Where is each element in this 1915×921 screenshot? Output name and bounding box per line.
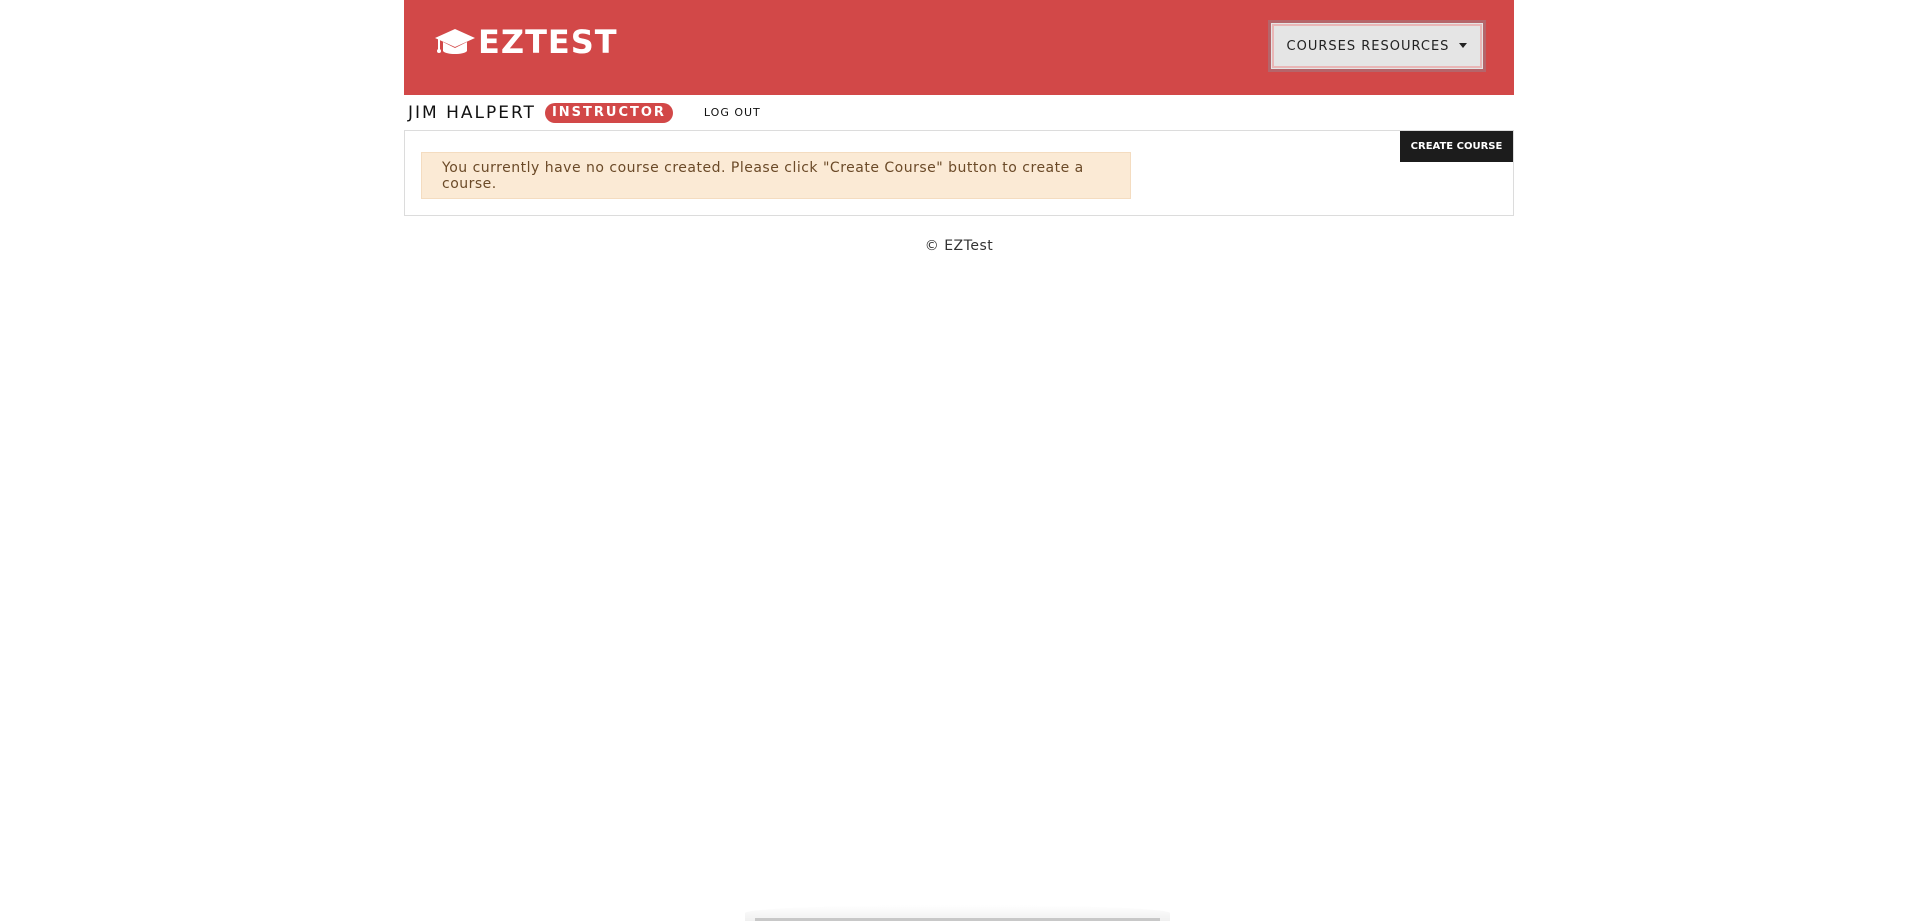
caret-down-icon — [1459, 42, 1468, 48]
brand-name: EZTEST — [478, 23, 618, 61]
brand-logo[interactable]: EZTEST — [434, 22, 618, 62]
graduation-cap-icon — [434, 25, 476, 59]
footer: © EZTest — [924, 238, 994, 254]
user-name: JIM HALPERT — [408, 102, 536, 123]
courses-resources-dropdown[interactable]: COURSES RESOURCES — [1268, 20, 1486, 72]
user-bar: JIM HALPERT INSTRUCTOR LOG OUT — [404, 95, 1514, 130]
empty-courses-alert: You currently have no course created. Pl… — [421, 152, 1131, 199]
create-course-button[interactable]: CREATE COURSE — [1400, 131, 1513, 162]
header: EZTEST COURSES RESOURCES — [404, 0, 1514, 95]
logout-link[interactable]: LOG OUT — [704, 106, 761, 119]
role-badge: INSTRUCTOR — [544, 102, 673, 123]
courses-panel: CREATE COURSE You currently have no cour… — [404, 130, 1514, 216]
dropdown-label: COURSES RESOURCES — [1286, 38, 1450, 54]
alert-message: You currently have no course created. Pl… — [442, 159, 1084, 192]
